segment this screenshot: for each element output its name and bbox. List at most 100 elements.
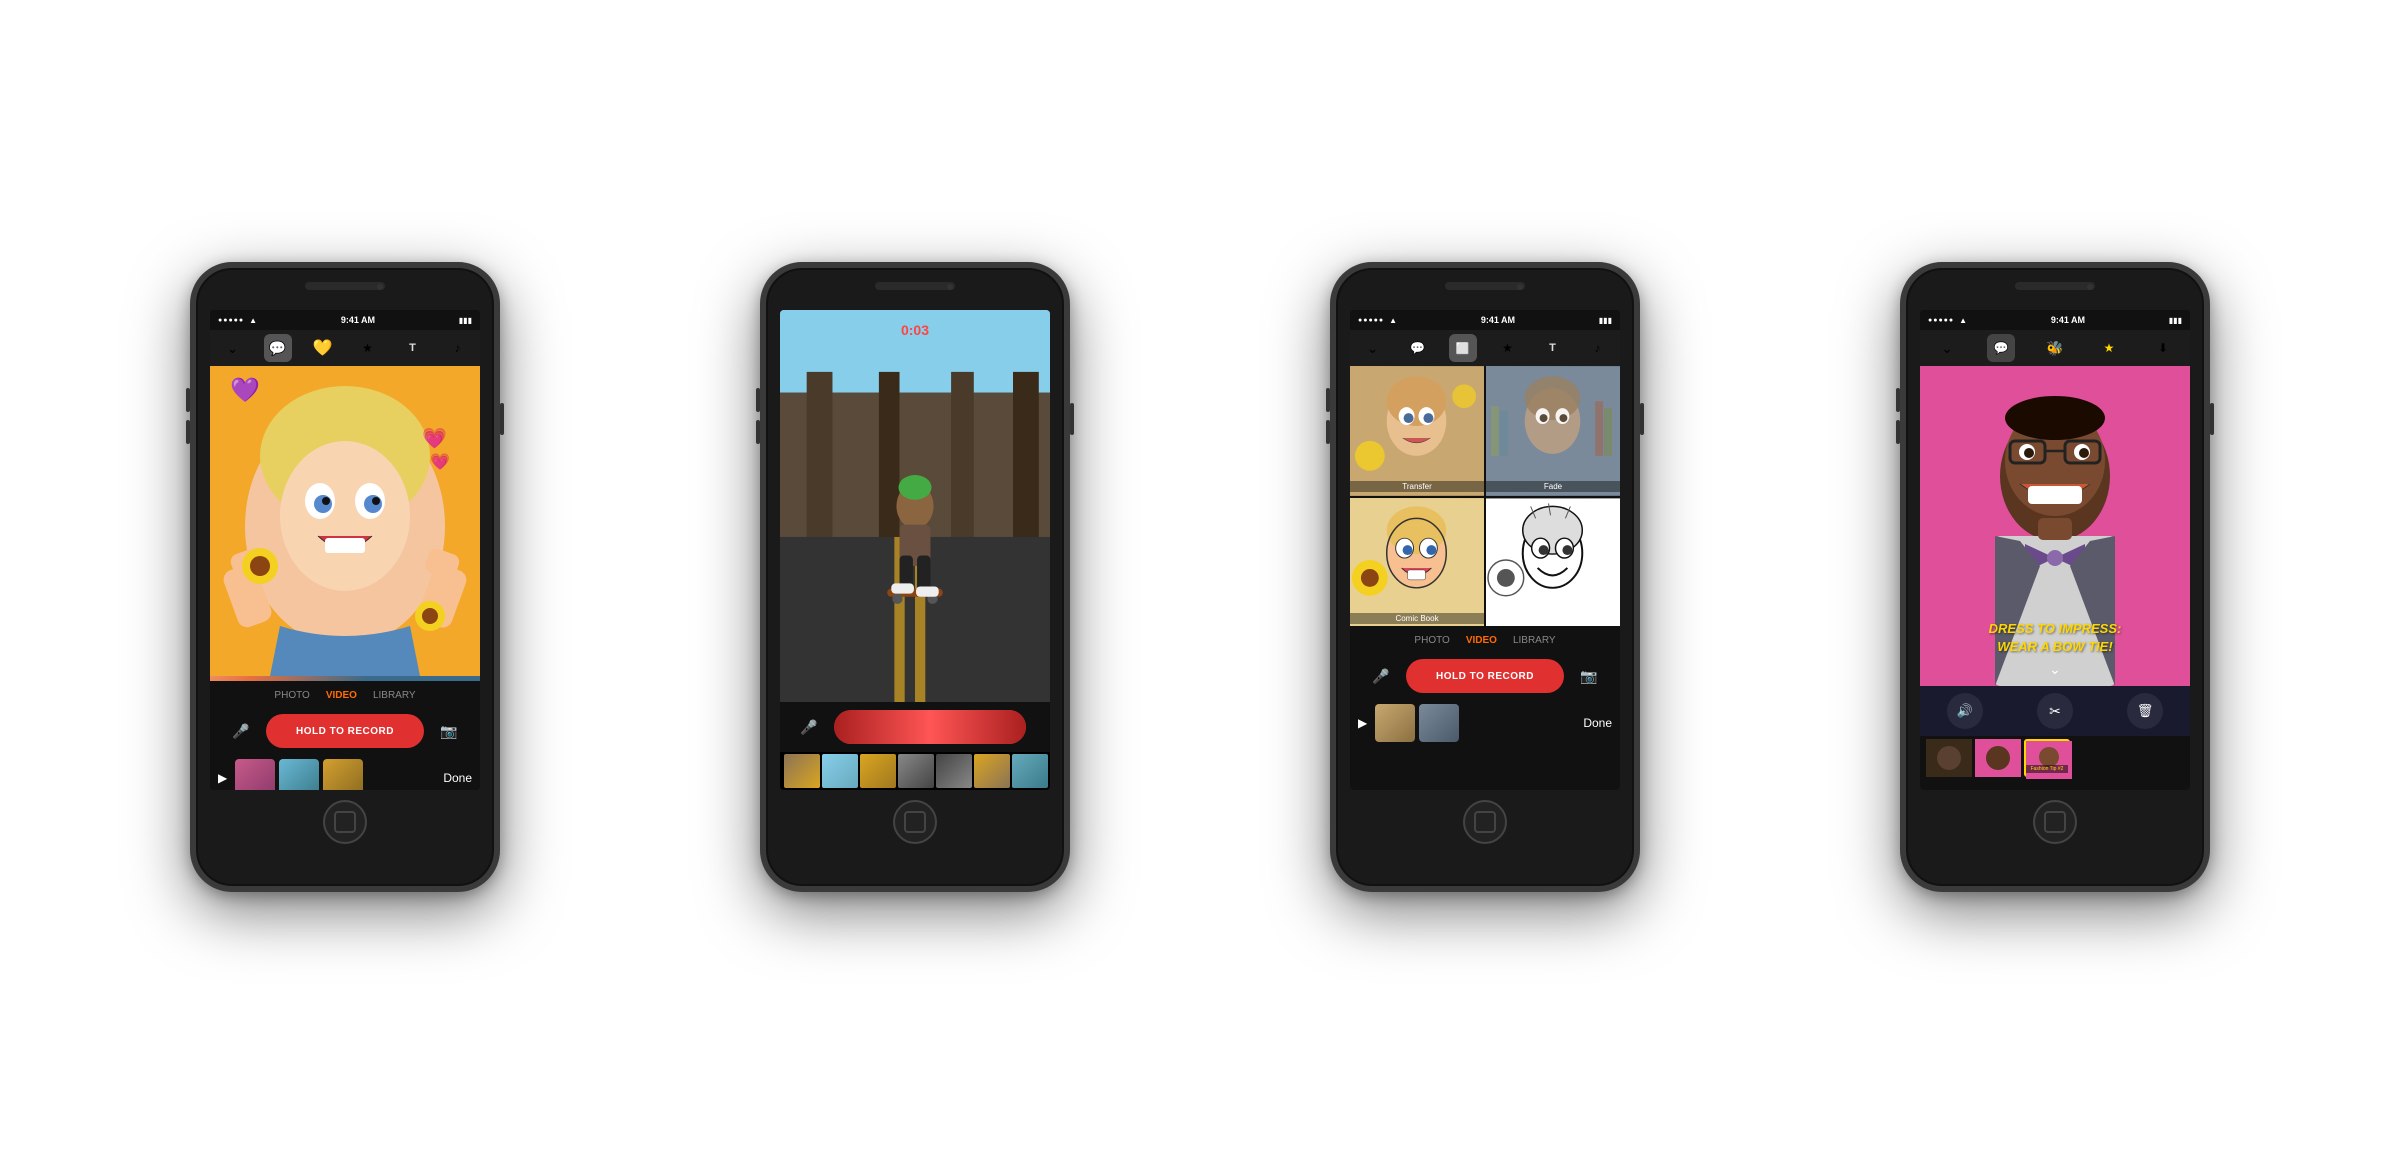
- film-thumb-4c-selected[interactable]: Fashion Tip #2: [2024, 739, 2070, 777]
- film-thumb-4a[interactable]: [1926, 739, 1972, 777]
- film-thumb-2e[interactable]: [936, 754, 972, 788]
- film-label-fashion: Fashion Tip #2: [2026, 765, 2068, 773]
- record-button-1[interactable]: HOLD TO RECORD: [266, 714, 424, 748]
- signal-dots: ●●●●●: [218, 317, 244, 324]
- delete-button-4[interactable]: 🗑: [2127, 693, 2163, 729]
- record-button-3[interactable]: HOLD TO RECORD: [1406, 659, 1564, 693]
- camera-button-3[interactable]: 📷: [1574, 661, 1604, 691]
- bottom-controls-3: PHOTO VIDEO LIBRARY 🎤 HOLD TO RECORD 📷 ▶…: [1350, 626, 1620, 748]
- mic-button-3[interactable]: 🎤: [1366, 661, 1396, 691]
- comic-image-1: 💜 💗 💗: [210, 366, 480, 681]
- done-label-1[interactable]: Done: [443, 771, 472, 785]
- filter-comic[interactable]: Comic Book: [1350, 498, 1484, 626]
- status-time-4: 9:41 AM: [2051, 315, 2085, 325]
- skater-background: [780, 310, 1050, 702]
- mode-photo[interactable]: PHOTO: [274, 690, 309, 701]
- record-button-2-active[interactable]: [834, 710, 1026, 744]
- star-icon-3[interactable]: ★: [1494, 334, 1522, 362]
- phone-4: ●●●●● ▲ 9:41 AM ▮▮▮ ⌄ 💬 🐝 ★ ⬇: [1900, 262, 2210, 892]
- film-thumb-2a[interactable]: [784, 754, 820, 788]
- mode-video-3[interactable]: VIDEO: [1466, 635, 1497, 646]
- text-icon[interactable]: T: [399, 334, 427, 362]
- emoji-icon[interactable]: 💛: [309, 334, 337, 362]
- speech-bubble-icon[interactable]: 💬: [264, 334, 292, 362]
- film-thumb-3a[interactable]: [1375, 704, 1415, 742]
- music-icon[interactable]: ♪: [444, 334, 472, 362]
- film-thumb-2f[interactable]: [974, 754, 1010, 788]
- thumb-svg-4b: [1975, 739, 2021, 777]
- phone-4-screen: ●●●●● ▲ 9:41 AM ▮▮▮ ⌄ 💬 🐝 ★ ⬇: [1920, 310, 2190, 790]
- mode-library[interactable]: LIBRARY: [373, 690, 416, 701]
- pink-heart-emoji: 💗: [422, 428, 447, 450]
- chevron-down-icon-4[interactable]: ⌄: [1933, 334, 1961, 362]
- emoji-icon-4[interactable]: 🐝: [2041, 334, 2069, 362]
- bottom-controls-1: PHOTO VIDEO LIBRARY 🎤 HOLD TO RECORD 📷 ▶…: [210, 681, 480, 790]
- battery-icon-1: ▮▮▮: [459, 316, 472, 325]
- wifi-icon-3: ▲: [1389, 316, 1397, 325]
- phone-3-screen: ●●●●● ▲ 9:41 AM ▮▮▮ ⌄ 💬 ⬜ ★ T ♪: [1350, 310, 1620, 790]
- play-button-3[interactable]: ▶: [1358, 716, 1367, 730]
- filter-svg-2: [1486, 366, 1620, 496]
- film-thumb-1a[interactable]: [235, 759, 275, 790]
- star-icon[interactable]: ★: [354, 334, 382, 362]
- chevron-down-icon[interactable]: ⌄: [219, 334, 247, 362]
- volume-button-4[interactable]: 🔊: [1947, 693, 1983, 729]
- film-thumb-2b[interactable]: [822, 754, 858, 788]
- signal-dots-4: ●●●●●: [1928, 317, 1954, 324]
- wifi-icon: ▲: [249, 316, 257, 325]
- film-thumb-2g[interactable]: [1012, 754, 1048, 788]
- filter-fade[interactable]: Fade: [1486, 366, 1620, 496]
- status-bar-1: ●●●●● ▲ 9:41 AM ▮▮▮: [210, 310, 480, 330]
- film-thumb-3b[interactable]: [1419, 704, 1459, 742]
- status-bar-4: ●●●●● ▲ 9:41 AM ▮▮▮: [1920, 310, 2190, 330]
- mode-selector-1: PHOTO VIDEO LIBRARY: [210, 681, 480, 709]
- home-button-3[interactable]: [1463, 800, 1507, 844]
- film-thumb-2c[interactable]: [860, 754, 896, 788]
- filmstrip-4: Fashion Tip #2: [1920, 736, 2190, 780]
- hearts-overlay: 💜: [230, 376, 260, 405]
- filter-label-comic: Comic Book: [1350, 613, 1484, 624]
- speech-bubble-icon-4[interactable]: 💬: [1987, 334, 2015, 362]
- thumb-svg-4c: [2026, 741, 2072, 779]
- phone-1: ●●●●● ▲ 9:41 AM ▮▮▮ ⌄ 💬 💛 ★ T ♪: [190, 262, 500, 892]
- photo-icon-3[interactable]: ⬜: [1449, 334, 1477, 362]
- signal-dots-3: ●●●●●: [1358, 317, 1384, 324]
- speech-bubble-icon-3[interactable]: 💬: [1404, 334, 1432, 362]
- mic-button-2[interactable]: 🎤: [794, 712, 824, 742]
- play-button-1[interactable]: ▶: [218, 771, 227, 785]
- star-icon-4[interactable]: ★: [2095, 334, 2123, 362]
- skater-svg: [780, 310, 1050, 702]
- filter-bw[interactable]: [1486, 498, 1620, 626]
- film-thumb-1b[interactable]: [279, 759, 319, 790]
- purple-heart-emoji: 💜: [230, 377, 260, 404]
- recording-screen: 0:03 🎤: [780, 310, 1050, 790]
- mode-library-3[interactable]: LIBRARY: [1513, 635, 1556, 646]
- filter-svg-4: [1486, 498, 1620, 626]
- film-thumb-2d[interactable]: [898, 754, 934, 788]
- status-time-3: 9:41 AM: [1481, 315, 1515, 325]
- mode-video[interactable]: VIDEO: [326, 690, 357, 701]
- status-bar-3: ●●●●● ▲ 9:41 AM ▮▮▮: [1350, 310, 1620, 330]
- filter-transfer[interactable]: Transfer: [1350, 366, 1484, 496]
- signal-area-3: ●●●●● ▲: [1358, 316, 1397, 325]
- home-button-1[interactable]: [323, 800, 367, 844]
- music-icon-3[interactable]: ♪: [1584, 334, 1612, 362]
- pink-background: DRESS TO IMPRESS:WEAR A BOW TIE! ⌄: [1920, 366, 2190, 686]
- film-thumb-1c[interactable]: [323, 759, 363, 790]
- mode-photo-3[interactable]: PHOTO: [1414, 635, 1449, 646]
- pink-hearts-overlay: 💗 💗: [422, 426, 450, 472]
- home-button-4[interactable]: [2033, 800, 2077, 844]
- battery-area-1: ▮▮▮: [459, 316, 472, 325]
- camera-button-1[interactable]: 📷: [434, 716, 464, 746]
- cut-button-4[interactable]: ✂: [2037, 693, 2073, 729]
- done-label-3[interactable]: Done: [1583, 716, 1612, 730]
- mic-button-1[interactable]: 🎤: [226, 716, 256, 746]
- record-row-3: 🎤 HOLD TO RECORD 📷: [1350, 654, 1620, 698]
- download-icon-4[interactable]: ⬇: [2149, 334, 2177, 362]
- home-button-2[interactable]: [893, 800, 937, 844]
- phone-1-screen: ●●●●● ▲ 9:41 AM ▮▮▮ ⌄ 💬 💛 ★ T ♪: [210, 310, 480, 790]
- film-thumb-4b[interactable]: [1975, 739, 2021, 777]
- expand-chevron[interactable]: ⌄: [2049, 661, 2061, 678]
- text-icon-3[interactable]: T: [1539, 334, 1567, 362]
- chevron-down-icon-3[interactable]: ⌄: [1359, 334, 1387, 362]
